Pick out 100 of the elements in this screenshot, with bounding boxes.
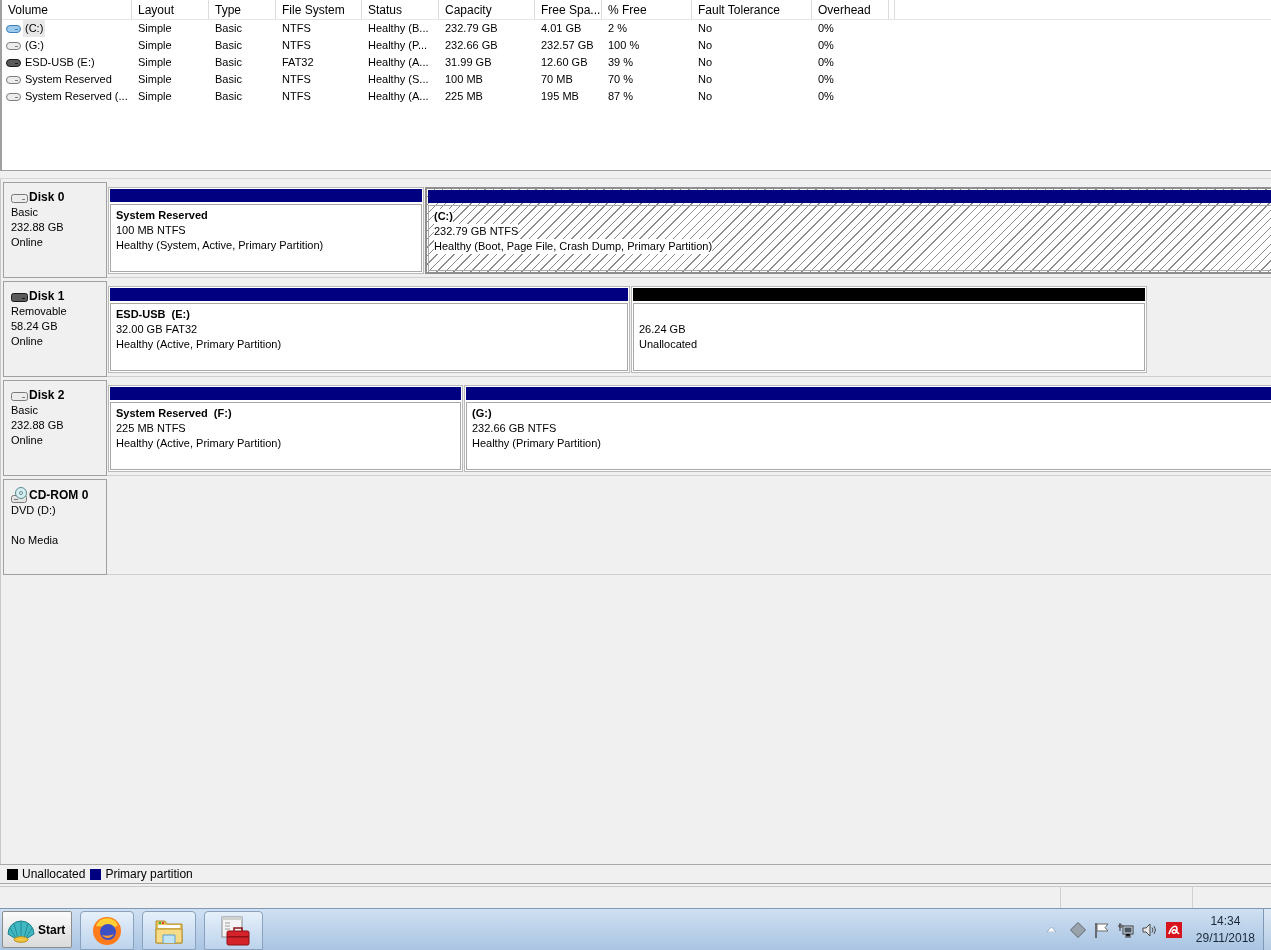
clock-date: 29/11/2018 xyxy=(1195,929,1255,947)
column-header[interactable]: Overhead xyxy=(812,0,889,19)
drive-icon xyxy=(6,24,21,33)
start-button[interactable]: Start xyxy=(2,911,72,948)
column-header[interactable]: Fault Tolerance xyxy=(692,0,812,19)
table-cell-text: 100 MB xyxy=(444,72,484,88)
table-cell-text: 2 % xyxy=(607,21,628,37)
clock-time: 14:34 xyxy=(1210,912,1241,930)
table-cell-text: Basic xyxy=(214,89,243,105)
disk-info-panel[interactable]: Disk 0 Basic 232.88 GB Online xyxy=(3,182,107,278)
table-cell-text: 31.99 GB xyxy=(444,55,493,71)
disk-status: Online xyxy=(11,235,43,250)
speaker-icon[interactable] xyxy=(1141,921,1158,938)
clock[interactable]: 14:34 29/11/2018 xyxy=(1195,909,1255,950)
column-header[interactable]: Layout xyxy=(132,0,209,19)
partition-status: Healthy (Active, Primary Partition) xyxy=(116,436,282,451)
disk-type: Basic xyxy=(11,205,38,220)
disk-size: 232.88 GB xyxy=(11,220,64,235)
partition-name: ESD-USB (E:) xyxy=(116,307,190,322)
column-header[interactable]: Free Spa... xyxy=(535,0,602,19)
table-cell-text: Healthy (B... xyxy=(367,21,430,37)
table-cell-text: Simple xyxy=(137,38,173,54)
column-header[interactable]: Status xyxy=(362,0,439,19)
hard-drive-icon xyxy=(11,293,28,302)
table-cell-text: 100 % xyxy=(607,38,641,54)
taskbar-app-button[interactable] xyxy=(142,911,196,950)
disk-size: 58.24 GB xyxy=(11,319,58,334)
column-header[interactable]: File System xyxy=(276,0,362,19)
partition-name: (C:) xyxy=(434,209,453,224)
table-cell-text: FAT32 xyxy=(281,55,315,71)
partition-status: Healthy (Boot, Page File, Crash Dump, Primary Partition) xyxy=(434,239,713,254)
partition-name: (G:) xyxy=(472,406,492,421)
disk-info-panel[interactable]: Disk 1 Removable 58.24 GB Online xyxy=(3,281,107,377)
hard-drive-icon xyxy=(11,392,28,401)
partition-status: Healthy (Primary Partition) xyxy=(472,436,601,451)
disk-info-panel[interactable]: CD-ROM 0 DVD (D:) No Media xyxy=(3,479,107,575)
network-icon[interactable] xyxy=(1117,921,1134,938)
table-cell-text: 232.66 GB xyxy=(444,38,499,54)
disk-name: Disk 0 xyxy=(29,190,65,205)
partition-block[interactable]: System Reserved 100 MB NTFS Healthy (System, Active, Primary Partition) xyxy=(108,187,424,274)
table-cell-text: Basic xyxy=(214,38,243,54)
hard-drive-icon xyxy=(11,194,28,203)
column-header[interactable]: Volume xyxy=(2,0,132,19)
column-header[interactable]: % Free xyxy=(602,0,692,19)
table-cell-text: No xyxy=(697,21,714,37)
legend-label: Primary partition xyxy=(105,866,193,883)
table-cell-text: 0% xyxy=(817,89,835,105)
column-header[interactable]: Capacity xyxy=(439,0,535,19)
disk-name: CD-ROM 0 xyxy=(29,488,89,503)
drive-icon xyxy=(6,92,21,101)
table-cell-text: 195 MB xyxy=(540,89,580,105)
partition-size: 232.79 GB NTFS xyxy=(434,224,519,239)
partition-status: Healthy (System, Active, Primary Partition) xyxy=(116,238,324,253)
table-cell-text: 225 MB xyxy=(444,89,484,105)
drive-icon xyxy=(6,75,21,84)
table-cell-text: No xyxy=(697,38,714,54)
swoosh-icon[interactable] xyxy=(1165,921,1182,938)
table-cell-text: No xyxy=(697,72,714,88)
table-cell-text: Basic xyxy=(214,55,243,71)
partition-block[interactable]: System Reserved (F:) 225 MB NTFS Healthy (Active, Primary Partition) xyxy=(108,385,463,472)
disk-name: Disk 1 xyxy=(29,289,65,304)
disk-type: Removable xyxy=(11,304,67,319)
table-cell-text: NTFS xyxy=(281,72,312,88)
table-cell-text: Simple xyxy=(137,55,173,71)
disk-type: DVD (D:) xyxy=(11,503,56,518)
table-cell-text: Simple xyxy=(137,72,173,88)
partition-block[interactable]: (C:) 232.79 GB NTFS Healthy (Boot, Page File, Crash Dump, Primary Partition) xyxy=(425,187,1271,274)
table-cell-text: Basic xyxy=(214,21,243,37)
table-cell-text: 0% xyxy=(817,72,835,88)
disk-status: Online xyxy=(11,334,43,349)
flag-icon[interactable] xyxy=(1093,921,1110,938)
disk-status: Online xyxy=(11,433,43,448)
table-cell-text: Healthy (A... xyxy=(367,89,430,105)
table-cell-text: NTFS xyxy=(281,21,312,37)
partition-block[interactable]: (G:) 232.66 GB NTFS Healthy (Primary Partition) xyxy=(464,385,1271,472)
drive-icon xyxy=(6,58,21,67)
taskbar-app-button[interactable] xyxy=(80,911,134,950)
table-cell-text: NTFS xyxy=(281,38,312,54)
disk-size: 232.88 GB xyxy=(11,418,64,433)
table-cell-text: 87 % xyxy=(607,89,635,105)
table-cell[interactable]: (C:) xyxy=(23,20,46,37)
table-cell-text: 0% xyxy=(817,38,835,54)
drive-icon xyxy=(6,41,21,50)
partition-block[interactable]: 26.24 GB Unallocated xyxy=(631,286,1147,373)
partition-status: Healthy (Active, Primary Partition) xyxy=(116,337,282,352)
table-cell-text: Simple xyxy=(137,21,173,37)
table-cell-text: 70 % xyxy=(607,72,635,88)
table-cell-text: Simple xyxy=(137,89,173,105)
disk-status: No Media xyxy=(11,533,59,548)
disk-name: Disk 2 xyxy=(29,388,65,403)
table-cell-text: Healthy (A... xyxy=(367,55,430,71)
disk-info-panel[interactable]: Disk 2 Basic 232.88 GB Online xyxy=(3,380,107,476)
table-cell-text: 12.60 GB xyxy=(540,55,589,71)
column-header[interactable]: Type xyxy=(209,0,276,19)
table-cell-text: 70 MB xyxy=(540,72,574,88)
taskbar-app-button[interactable] xyxy=(204,911,263,950)
table-cell-text: No xyxy=(697,55,714,71)
table-cell-text: Healthy (P... xyxy=(367,38,429,54)
partition-block[interactable]: ESD-USB (E:) 32.00 GB FAT32 Healthy (Active, Primary Partition) xyxy=(108,286,630,373)
table-cell-text: Basic xyxy=(214,72,243,88)
